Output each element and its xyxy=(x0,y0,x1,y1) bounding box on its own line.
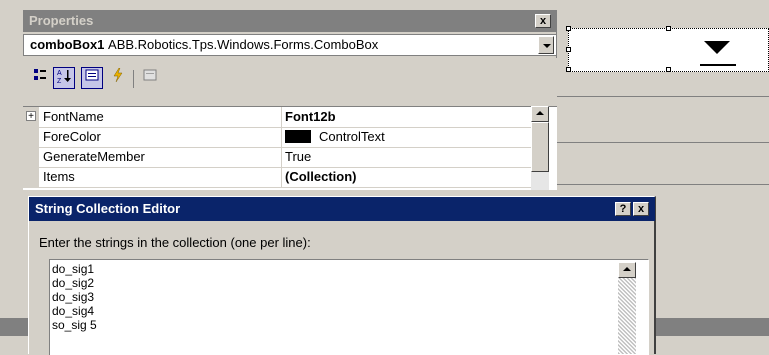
scroll-up-icon[interactable] xyxy=(531,106,549,122)
toolbar-separator xyxy=(133,70,134,88)
property-grid: + FontName Font12b ForeColor ControlText… xyxy=(23,106,557,190)
property-value[interactable]: True xyxy=(285,147,539,167)
designer-left-margin xyxy=(0,0,22,354)
designer-combobox-preview[interactable] xyxy=(566,26,769,72)
designer-divider xyxy=(557,142,769,143)
properties-toolbar: AZ xyxy=(23,58,557,106)
resize-handle[interactable] xyxy=(666,26,671,31)
alphabetical-icon[interactable]: AZ xyxy=(53,67,75,89)
property-name: Items xyxy=(43,167,282,187)
strings-textarea[interactable]: do_sig1 do_sig2 do_sig3 do_sig4 so_sig 5 xyxy=(49,259,649,355)
property-name: FontName xyxy=(43,107,282,127)
object-name: comboBox1 xyxy=(30,37,105,52)
properties-title: Properties xyxy=(29,13,94,28)
help-icon[interactable]: ? xyxy=(615,202,631,216)
string-line: so_sig 5 xyxy=(52,318,97,332)
properties-title-bar[interactable]: Properties x xyxy=(23,10,557,32)
string-line: do_sig3 xyxy=(52,290,95,304)
property-grid-scrollbar[interactable] xyxy=(531,106,549,190)
string-line: do_sig4 xyxy=(52,304,95,318)
categorized-icon[interactable] xyxy=(29,68,51,90)
resize-handle[interactable] xyxy=(566,26,571,31)
string-collection-editor-dialog: String Collection Editor ? x Enter the s… xyxy=(28,196,656,355)
string-line: do_sig1 xyxy=(52,262,95,276)
property-row-fontname[interactable]: + FontName Font12b xyxy=(23,107,539,128)
properties-window: Properties x comboBox1 ABB.Robotics.Tps.… xyxy=(23,10,557,190)
property-name: ForeColor xyxy=(43,127,282,147)
textarea-scrollbar[interactable] xyxy=(618,262,636,354)
property-value: ControlText xyxy=(319,129,385,144)
property-value[interactable]: (Collection) xyxy=(285,167,539,187)
dialog-title-bar[interactable]: String Collection Editor ? x xyxy=(29,197,655,221)
property-row-items[interactable]: Items (Collection) xyxy=(23,167,539,188)
property-name: GenerateMember xyxy=(43,147,282,167)
dropdown-arrow-icon xyxy=(704,41,730,54)
resize-handle[interactable] xyxy=(566,47,571,52)
color-swatch xyxy=(285,130,311,143)
resize-handle[interactable] xyxy=(666,67,671,72)
close-icon[interactable]: x xyxy=(535,14,551,28)
property-row-generatemember[interactable]: GenerateMember True xyxy=(23,147,539,168)
designer-divider xyxy=(557,184,769,185)
events-icon[interactable] xyxy=(107,67,129,90)
property-row-forecolor[interactable]: ForeColor ControlText xyxy=(23,127,539,148)
resize-handle[interactable] xyxy=(566,67,571,72)
property-value-forecolor[interactable]: ControlText xyxy=(285,127,539,147)
property-value[interactable]: Font12b xyxy=(285,107,539,127)
object-type: ABB.Robotics.Tps.Windows.Forms.ComboBox xyxy=(108,37,379,52)
dropdown-underline xyxy=(700,64,736,66)
dialog-title: String Collection Editor xyxy=(35,201,181,216)
expand-icon[interactable]: + xyxy=(26,111,36,122)
dialog-instruction: Enter the strings in the collection (one… xyxy=(39,235,311,250)
svg-text:A: A xyxy=(57,70,62,77)
properties-icon[interactable] xyxy=(81,67,103,89)
designer-divider xyxy=(557,96,769,97)
object-selector[interactable]: comboBox1 ABB.Robotics.Tps.Windows.Forms… xyxy=(23,34,557,56)
property-pages-icon[interactable] xyxy=(139,68,161,90)
strings-lines: do_sig1 do_sig2 do_sig3 do_sig4 so_sig 5 xyxy=(52,262,97,332)
scrollbar-thumb[interactable] xyxy=(531,122,549,172)
chevron-down-icon[interactable] xyxy=(538,36,554,54)
svg-text:Z: Z xyxy=(57,78,62,84)
string-line: do_sig2 xyxy=(52,276,95,290)
close-icon[interactable]: x xyxy=(633,202,649,216)
scroll-up-icon[interactable] xyxy=(618,262,636,278)
